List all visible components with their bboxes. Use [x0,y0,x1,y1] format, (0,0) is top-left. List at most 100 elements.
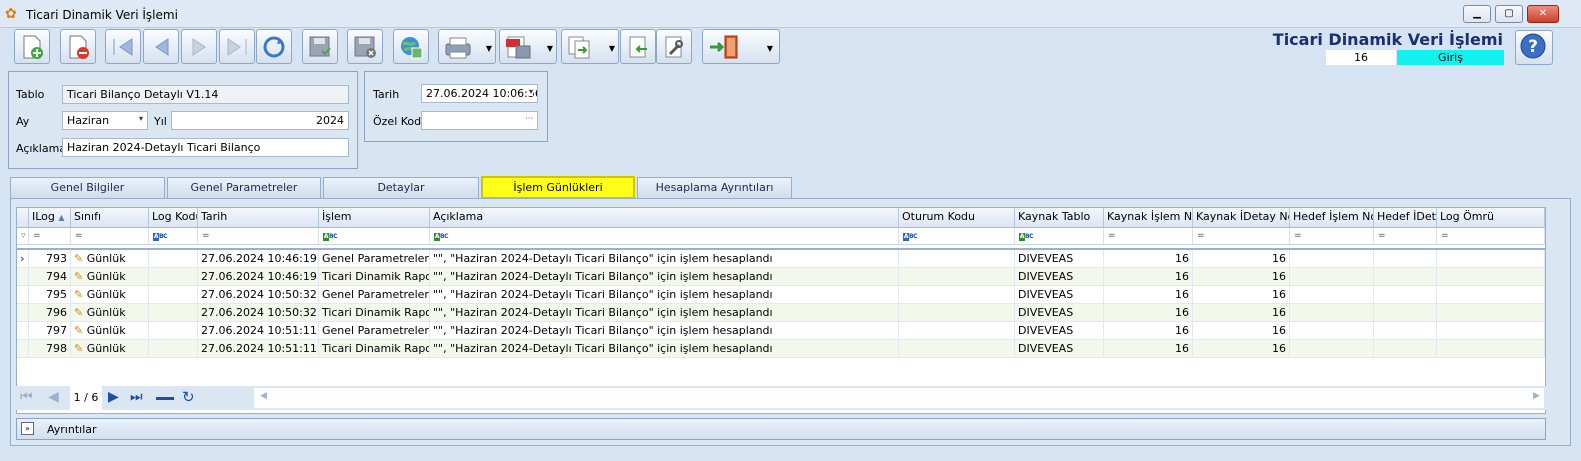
log-entry-icon: ✎ [74,324,87,337]
column-header-kaynak-idetay-no[interactable]: Kaynak İDetay No [1193,208,1290,228]
column-header-log-omru[interactable]: Log Ömrü [1437,208,1545,228]
cell-text: Genel Parametreler [322,252,429,265]
next-page-icon[interactable]: ▶ [108,389,119,405]
refresh-icon[interactable]: ↻ [182,388,195,406]
column-header-hedef-ideta[interactable]: Hedef İDeta [1374,208,1437,228]
tab-genel-bilgiler[interactable]: Genel Bilgiler [10,177,165,199]
yil-field[interactable]: 2024 [171,111,349,130]
column-header-tarih[interactable]: Tarih [198,208,319,228]
filter-cell[interactable]: = [198,228,319,245]
chevron-down-icon[interactable]: ▾ [528,87,533,96]
help-button[interactable]: ? [1515,30,1553,65]
column-header-hedef-islem-no[interactable]: Hedef İşlem No [1290,208,1374,228]
filter-cell[interactable]: = [1437,228,1545,245]
close-button[interactable]: ✕ [1527,5,1559,23]
column-header-kaynak-tablo[interactable]: Kaynak Tablo [1015,208,1104,228]
next-record-button[interactable] [181,29,217,64]
table-row[interactable]: 794 ✎ Günlük 27.06.2024 10:46:19 Ticari Din… [17,268,1545,286]
filter-cell[interactable]: ABC [319,228,430,245]
table-row[interactable]: 797 ✎ Günlük 27.06.2024 10:51:11 Genel Para… [17,322,1545,340]
details-expander[interactable]: » Ayrıntılar [16,418,1546,440]
table-row[interactable]: 798 ✎ Günlük 27.06.2024 10:51:11 Ticari Din… [17,340,1545,358]
save-button[interactable] [302,29,338,64]
maximize-button[interactable]: ▢ [1495,5,1523,23]
cell-text: 16 [1272,270,1286,283]
horizontal-scrollbar[interactable]: ◀ ▶ [254,388,1544,408]
cell-sinif: ✎ Günlük [71,250,149,268]
ay-select[interactable]: Haziran ▾ [62,111,148,130]
tab-genel-parametreler[interactable]: Genel Parametreler [167,177,321,199]
cancel-save-button[interactable] [347,29,383,64]
ozelkod-field[interactable]: ··· [421,111,538,130]
minimize-button[interactable]: ▁ [1463,5,1491,23]
copy-button[interactable]: ▼ [561,29,619,64]
log-grid[interactable]: ILog ▲ Sınıfı Log Kodu Tarih İşlem Açıkl… [16,207,1546,414]
cell-text: 16 [1272,252,1286,265]
refresh-button[interactable] [256,29,292,64]
filter-cell[interactable]: ABC [899,228,1015,245]
cell-empty [1437,250,1545,268]
cell-text: DIVEVEAS [1018,306,1074,319]
filter-cell[interactable]: = [1104,228,1193,245]
table-row[interactable]: › 793 ✎ Günlük 27.06.2024 10:46:19 Genel Par… [17,250,1545,268]
filter-cell[interactable]: ABC [1015,228,1104,245]
log-entry-icon: ✎ [74,288,87,301]
cell-kaynak-idetay: 16 [1193,322,1290,340]
export-pdf-button[interactable]: ▼ [499,29,557,64]
delete-record-button[interactable] [60,29,96,64]
column-header-aciklama[interactable]: Açıklama [430,208,899,228]
import-button[interactable] [620,29,656,64]
tablo-field[interactable]: Ticari Bilanço Detaylı V1.14 [62,85,349,104]
filter-cell[interactable]: ABC [149,228,198,245]
last-record-button[interactable] [219,29,255,64]
cell-kaynak-islem: 16 [1104,340,1193,358]
log-entry-icon: ✎ [74,342,87,355]
tab-islem-gunlukleri[interactable]: İşlem Günlükleri [481,176,635,199]
cell-empty [149,322,198,340]
column-header-islem[interactable]: İşlem [319,208,430,228]
cell-islem: Ticari Dinamik Rapor [319,304,430,322]
cell-empty [1437,322,1545,340]
column-header-oturum-kodu[interactable]: Oturum Kodu [899,208,1015,228]
filter-icon[interactable]: ▿ [17,228,29,245]
last-page-icon[interactable]: ⏭ [130,389,143,405]
new-record-button[interactable] [14,29,50,64]
table-row[interactable]: 795 ✎ Günlük 27.06.2024 10:50:32 Genel Para… [17,286,1545,304]
filter-cell[interactable]: = [1193,228,1290,245]
cell-empty [899,340,1015,358]
cell-ilog: 794 [29,268,71,286]
filter-cell[interactable]: ABC [430,228,899,245]
scroll-right-icon[interactable]: ▶ [1533,391,1540,401]
expand-icon[interactable]: » [21,422,34,435]
cell-text: DIVEVEAS [1018,270,1074,283]
filter-cell[interactable]: = [29,228,71,245]
filter-cell[interactable]: = [1290,228,1374,245]
table-row[interactable]: 796 ✎ Günlük 27.06.2024 10:50:32 Ticari Din… [17,304,1545,322]
column-header-sinifi[interactable]: Sınıfı [71,208,149,228]
filter-cell[interactable]: = [71,228,149,245]
filter-cell[interactable]: = [1374,228,1437,245]
tab-detaylar[interactable]: Detaylar [323,177,479,199]
cell-empty [899,268,1015,286]
column-header-kaynak-islem-no[interactable]: Kaynak İşlem No [1104,208,1193,228]
web-sync-button[interactable] [393,29,429,64]
delete-row-icon[interactable] [156,397,174,400]
cell-kaynak-islem: 16 [1104,268,1193,286]
previous-page-icon[interactable]: ◀ [48,389,59,405]
chevron-down-icon[interactable]: ▾ [139,114,143,123]
cell-text: Günlük [86,324,126,337]
column-header-log-kodu[interactable]: Log Kodu [149,208,198,228]
scroll-left-icon[interactable]: ◀ [260,391,267,401]
exit-button[interactable]: ▼ [702,29,780,64]
cell-text: 16 [1175,288,1189,301]
first-page-icon[interactable]: ⏮ [20,389,33,405]
ellipsis-button[interactable]: ··· [525,114,533,123]
first-record-button[interactable] [105,29,141,64]
previous-record-button[interactable] [143,29,179,64]
column-header-ilog[interactable]: ILog ▲ [29,208,71,228]
print-button[interactable]: ▼ [438,29,496,64]
settings-tools-button[interactable] [656,29,692,64]
tarih-field[interactable]: 27.06.2024 10:06:56 ▾ [421,84,538,103]
aciklama-field[interactable]: Haziran 2024-Detaylı Ticari Bilanço [62,138,349,157]
tab-hesaplama-ayrintilari[interactable]: Hesaplama Ayrıntıları [637,177,792,199]
